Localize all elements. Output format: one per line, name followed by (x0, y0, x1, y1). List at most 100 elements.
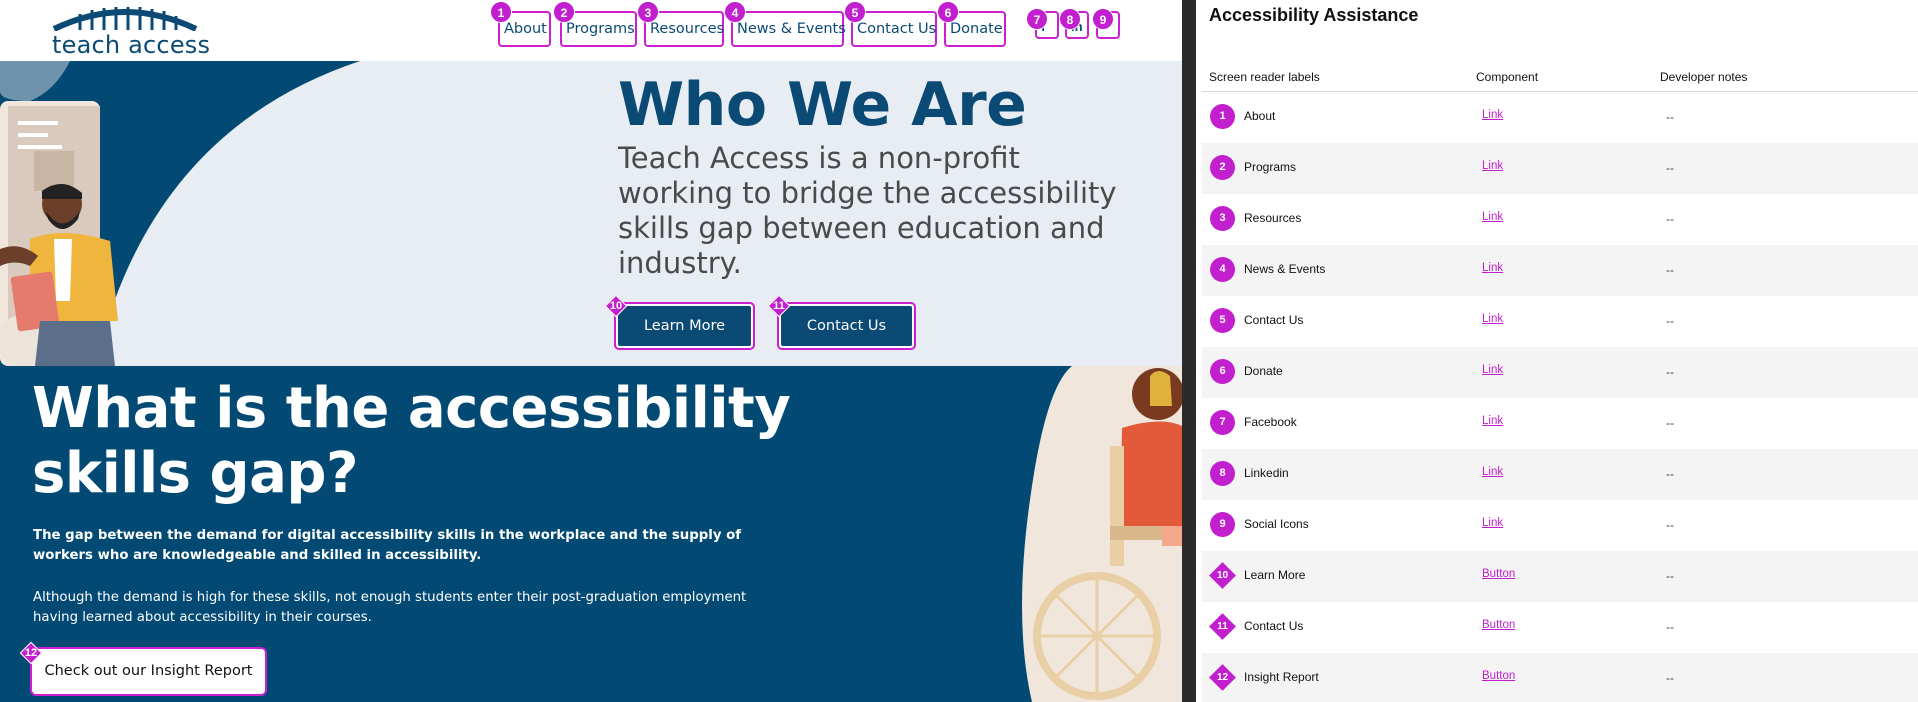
row-marker-number: 11 (1217, 621, 1228, 632)
row-marker-circle: 6 (1210, 359, 1235, 384)
nav-link-label: Contact Us (857, 21, 937, 37)
row-marker-circle: 2 (1210, 155, 1235, 180)
row-marker-circle: 3 (1210, 206, 1235, 231)
wheelchair-illustration (1022, 366, 1182, 702)
annotation-marker: 12 (19, 641, 43, 665)
component-type-link[interactable]: Button (1482, 568, 1515, 580)
hero-title: Who We Are (618, 70, 1027, 140)
nav-link-label: News & Events (737, 21, 846, 37)
site-logo[interactable]: teach access (50, 3, 210, 59)
table-row: 3 Resources Link -- (1202, 194, 1918, 245)
component-type-link[interactable]: Link (1482, 415, 1503, 427)
annotation-marker: 8 (1059, 8, 1081, 30)
annotation-marker: 11 (767, 294, 791, 318)
developer-note: -- (1666, 467, 1674, 481)
pane-divider[interactable] (1182, 0, 1196, 702)
developer-note: -- (1666, 569, 1674, 583)
screen-reader-label: News & Events (1244, 262, 1326, 276)
row-marker-diamond: 10 (1209, 562, 1236, 589)
screen-reader-label: Facebook (1244, 415, 1297, 429)
annotation-marker: 4 (724, 1, 746, 23)
table-row: 12 Insight Report Button -- (1202, 653, 1918, 702)
developer-note: -- (1666, 161, 1674, 175)
panel-title: Accessibility Assistance (1209, 5, 1419, 25)
component-type-link[interactable]: Link (1482, 109, 1503, 121)
table-row: 10 Learn More Button -- (1202, 551, 1918, 602)
row-marker-diamond: 11 (1209, 613, 1236, 640)
screen-reader-label: Learn More (1244, 568, 1306, 582)
marker-number: 12 (24, 647, 38, 659)
annotation-marker: 6 (937, 1, 959, 23)
logo-wordmark: teach access (52, 31, 211, 59)
button-label: Contact Us (781, 306, 912, 346)
component-type-link[interactable]: Link (1482, 211, 1503, 223)
table-row: 4 News & Events Link -- (1202, 245, 1918, 296)
annotation-marker: 10 (604, 294, 628, 318)
marker-number: 11 (773, 300, 785, 312)
section-paragraph-definition: The gap between the demand for digital a… (33, 528, 742, 563)
screen-reader-label: Social Icons (1244, 517, 1309, 531)
contact-us-button[interactable]: Contact Us (777, 302, 916, 350)
marker-number: 10 (609, 300, 623, 312)
row-marker-circle: 1 (1210, 104, 1235, 129)
table-row: 9 Social Icons Link -- (1202, 500, 1918, 551)
screen-reader-label: Contact Us (1244, 313, 1304, 327)
bridge-logo-icon (52, 7, 198, 31)
screen-reader-label: Programs (1244, 160, 1297, 174)
component-type-link[interactable]: Link (1482, 313, 1503, 325)
component-type-link[interactable]: Link (1482, 364, 1503, 376)
nav-link-news-events[interactable]: News & Events (731, 11, 846, 47)
section-title: What is the accessibility skills gap? (32, 376, 791, 506)
button-label: Learn More (618, 306, 751, 346)
annotation-marker: 3 (637, 1, 659, 23)
screen-reader-label: Contact Us (1244, 619, 1304, 633)
screen-reader-label: About (1244, 109, 1276, 123)
insight-report-button[interactable]: Check out our Insight Report (30, 647, 267, 696)
table-row: 8 Linkedin Link -- (1202, 449, 1918, 500)
annotation-marker: 5 (844, 1, 866, 23)
table-row: 1 About Link -- (1202, 92, 1918, 143)
column-header-notes: Developer notes (1660, 70, 1748, 84)
annotation-marker: 7 (1026, 8, 1048, 30)
site-header: teach access About Programs Resources Ne… (0, 0, 1182, 61)
column-header-labels: Screen reader labels (1209, 70, 1320, 84)
screen-reader-label: Donate (1244, 364, 1283, 378)
row-marker-circle: 4 (1210, 257, 1235, 282)
component-type-link[interactable]: Link (1482, 466, 1503, 478)
section-paragraph-detail: Although the demand is high for these sk… (33, 590, 747, 625)
annotation-marker: 2 (553, 1, 575, 23)
nav-link-label: Resources (650, 21, 725, 37)
hero-subtitle: Teach Access is a non-profit working to … (618, 141, 1117, 280)
row-marker-diamond: 12 (1209, 664, 1236, 691)
skills-gap-section: What is the accessibility skills gap? Th… (0, 366, 1182, 702)
row-marker-circle: 7 (1210, 410, 1235, 435)
component-type-link[interactable]: Link (1482, 517, 1503, 529)
column-header-component: Component (1476, 70, 1539, 84)
table-row: 11 Contact Us Button -- (1202, 602, 1918, 653)
developer-note: -- (1666, 110, 1674, 124)
hero-illustration (0, 61, 360, 366)
table-row: 5 Contact Us Link -- (1202, 296, 1918, 347)
developer-note: -- (1666, 263, 1674, 277)
row-marker-circle: 5 (1210, 308, 1235, 333)
website-preview: teach access About Programs Resources Ne… (0, 0, 1182, 702)
developer-note: -- (1666, 671, 1674, 685)
developer-note: -- (1666, 620, 1674, 634)
app-window: teach access About Programs Resources Ne… (0, 0, 1918, 702)
annotation-marker: 9 (1092, 8, 1114, 30)
row-marker-number: 12 (1216, 672, 1229, 683)
developer-note: -- (1666, 365, 1674, 379)
row-marker-circle: 9 (1210, 512, 1235, 537)
component-type-link[interactable]: Button (1482, 619, 1515, 631)
learn-more-button[interactable]: Learn More (614, 302, 755, 350)
developer-note: -- (1666, 518, 1674, 532)
screen-reader-label: Resources (1244, 211, 1302, 225)
table-row: 6 Donate Link -- (1202, 347, 1918, 398)
component-type-link[interactable]: Button (1482, 670, 1515, 682)
component-type-link[interactable]: Link (1482, 160, 1503, 172)
row-marker-number: 10 (1216, 570, 1229, 581)
component-type-link[interactable]: Link (1482, 262, 1503, 274)
accessibility-assistance-panel: Accessibility Assistance Screen reader l… (1196, 0, 1918, 702)
screen-reader-label: Insight Report (1244, 670, 1319, 684)
developer-note: -- (1666, 416, 1674, 430)
